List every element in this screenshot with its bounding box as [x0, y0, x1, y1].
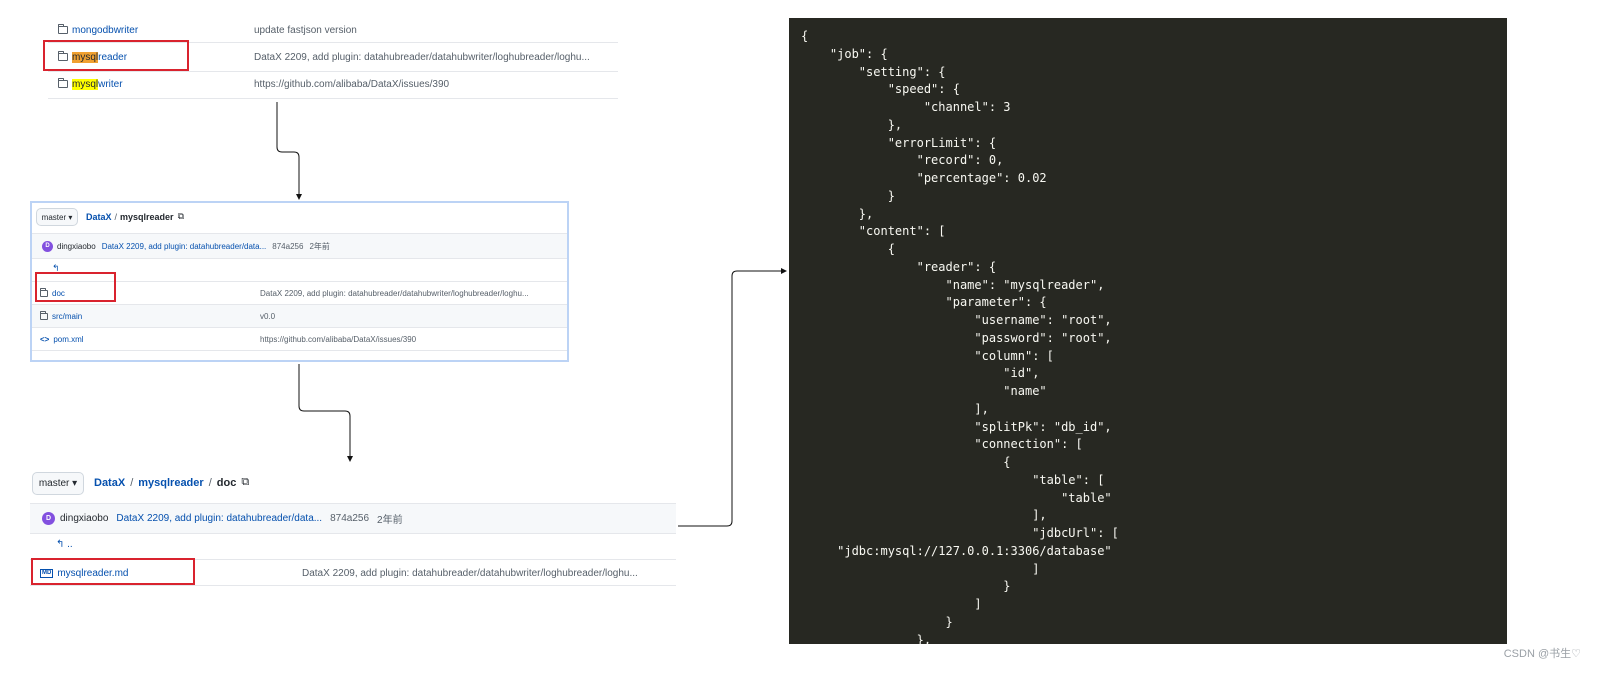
watermark: CSDN @书生♡: [1503, 648, 1581, 660]
json-config-code-block[interactable]: { "job": { "setting": { "speed": { "chan…: [789, 18, 1507, 644]
arrow-middle-to-bottom: [298, 364, 353, 462]
arrow-bottom-to-code: [678, 268, 787, 527]
arrow-top-to-middle: [276, 102, 302, 200]
